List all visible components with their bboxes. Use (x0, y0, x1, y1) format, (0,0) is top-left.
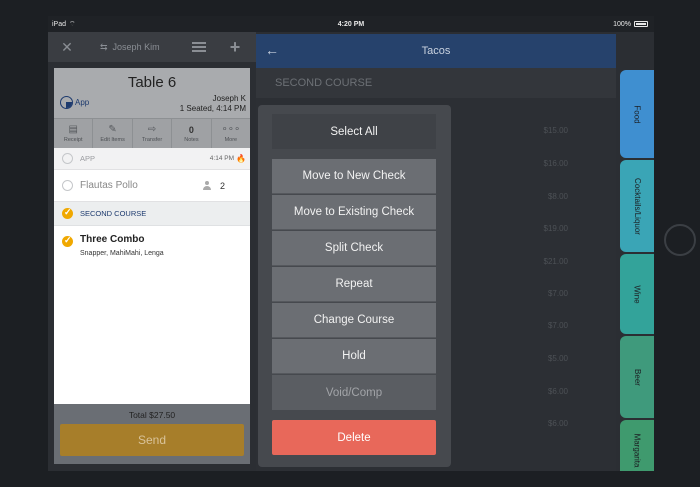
order-item[interactable]: Flautas Pollo 2 (54, 170, 250, 202)
receipt-button[interactable]: ▤ Receipt (54, 119, 94, 148)
void-comp-button: Void/Comp (272, 375, 436, 410)
edit-items-button[interactable]: ✎ Edit Items (93, 119, 133, 148)
menu-item-price[interactable]: $6.00 (548, 387, 568, 396)
home-button[interactable] (664, 224, 696, 256)
select-all-button[interactable]: Select All (272, 114, 436, 149)
server-name: Joseph Kim (112, 42, 160, 52)
battery-icon (634, 21, 648, 27)
order-source-badge: App (60, 96, 89, 109)
menu-item-price[interactable]: $19.00 (544, 224, 568, 233)
menu-course-banner: SECOND COURSE (256, 68, 616, 98)
more-icon: ∘∘∘ (221, 123, 241, 135)
course-fired-time: 4:14 PM (209, 155, 234, 162)
table-title: Table 6 (127, 74, 177, 91)
check-actions: ▤ Receipt ✎ Edit Items ⇨ Transfer 0 Note… (54, 118, 250, 148)
menu-item-price[interactable]: $21.00 (544, 257, 568, 266)
item-modifiers: Snapper, MahiMahi, Lenga (80, 250, 164, 257)
add-icon[interactable]: + (226, 36, 244, 58)
status-time: 4:20 PM (337, 20, 365, 28)
move-to-new-check-button[interactable]: Move to New Check (272, 159, 436, 194)
ipad-device: iPad ⌔ 4:20 PM 100% ✕ ⇆ Joseph Kim + Tab… (0, 0, 700, 487)
menu-item-price[interactable]: $5.00 (548, 354, 568, 363)
check-panel: Table 6 App Joseph K 1 Seated, 4:14 PM ▤… (54, 68, 250, 464)
send-button[interactable]: Send (60, 424, 244, 456)
fire-icon: 🔥 (236, 154, 246, 163)
menu-item-price[interactable]: $16.00 (544, 159, 568, 168)
transfer-icon: ⇨ (147, 123, 157, 135)
split-check-button[interactable]: Split Check (272, 231, 436, 266)
more-button[interactable]: ∘∘∘ More (212, 119, 250, 148)
menu-item-price[interactable]: $6.00 (548, 419, 568, 428)
repeat-button[interactable]: Repeat (272, 267, 436, 302)
seat-icon (203, 181, 211, 190)
tab-food[interactable]: Food (620, 70, 654, 158)
list-icon[interactable] (190, 38, 208, 56)
menu-item-price[interactable]: $15.00 (544, 126, 568, 135)
menu-category-tabs: Food Cocktails/Liquor Wine Beer Margarit… (620, 70, 654, 471)
notes-button[interactable]: 0 Notes (172, 119, 212, 148)
edit-icon: ✎ (108, 123, 117, 135)
item-select-radio[interactable] (62, 180, 73, 191)
tab-margarita[interactable]: Margarita (620, 420, 654, 471)
tab-wine[interactable]: Wine (620, 254, 654, 334)
item-select-radio-checked[interactable] (62, 235, 73, 247)
move-to-existing-check-button[interactable]: Move to Existing Check (272, 195, 436, 230)
delete-button[interactable]: Delete (272, 420, 436, 455)
item-actions-popup: Select All Move to New Check Move to Exi… (258, 105, 451, 467)
seat-number: 2 (220, 180, 226, 191)
order-item-selected[interactable]: Three Combo Snapper, MahiMahi, Lenga (54, 226, 250, 266)
course-header-app[interactable]: APP 4:14 PM 🔥 (54, 148, 250, 170)
swap-icon: ⇆ (100, 41, 108, 52)
transfer-button[interactable]: ⇨ Transfer (133, 119, 173, 148)
tab-beer[interactable]: Beer (620, 336, 654, 418)
item-name: Flautas Pollo (80, 180, 138, 191)
table-header: Table 6 App Joseph K 1 Seated, 4:14 PM (54, 68, 250, 118)
receipt-icon: ▤ (68, 123, 78, 135)
left-toolbar: ✕ ⇆ Joseph Kim + (48, 32, 256, 62)
order-items-list: APP 4:14 PM 🔥 Flautas Pollo 2 SECOND COU… (54, 148, 250, 404)
menu-category-title: Tacos (421, 45, 451, 57)
menu-item-price[interactable]: $8.00 (548, 192, 568, 201)
notes-count: 0 (188, 124, 194, 135)
course-select-radio[interactable] (62, 153, 73, 164)
server-info: Joseph K 1 Seated, 4:14 PM (179, 94, 246, 113)
check-total: Total $27.50 (128, 410, 176, 420)
close-icon[interactable]: ✕ (58, 38, 76, 56)
menu-item-price[interactable]: $7.00 (548, 321, 568, 330)
hold-button[interactable]: Hold (272, 339, 436, 374)
course-header-second[interactable]: SECOND COURSE (54, 202, 250, 226)
course-select-radio-checked[interactable] (62, 207, 73, 219)
menu-item-price[interactable]: $7.00 (548, 289, 568, 298)
tab-cocktails-liquor[interactable]: Cocktails/Liquor (620, 160, 654, 252)
battery-label: 100% (613, 20, 631, 28)
app-source-icon (60, 96, 73, 109)
server-switch-button[interactable]: ⇆ Joseph Kim (100, 38, 160, 56)
item-name: Three Combo (80, 234, 145, 245)
status-bar: iPad ⌔ 4:20 PM 100% (48, 16, 654, 32)
change-course-button[interactable]: Change Course (272, 303, 436, 338)
app-screen: iPad ⌔ 4:20 PM 100% ✕ ⇆ Joseph Kim + Tab… (48, 16, 654, 471)
back-arrow-icon[interactable]: ← (265, 42, 279, 58)
